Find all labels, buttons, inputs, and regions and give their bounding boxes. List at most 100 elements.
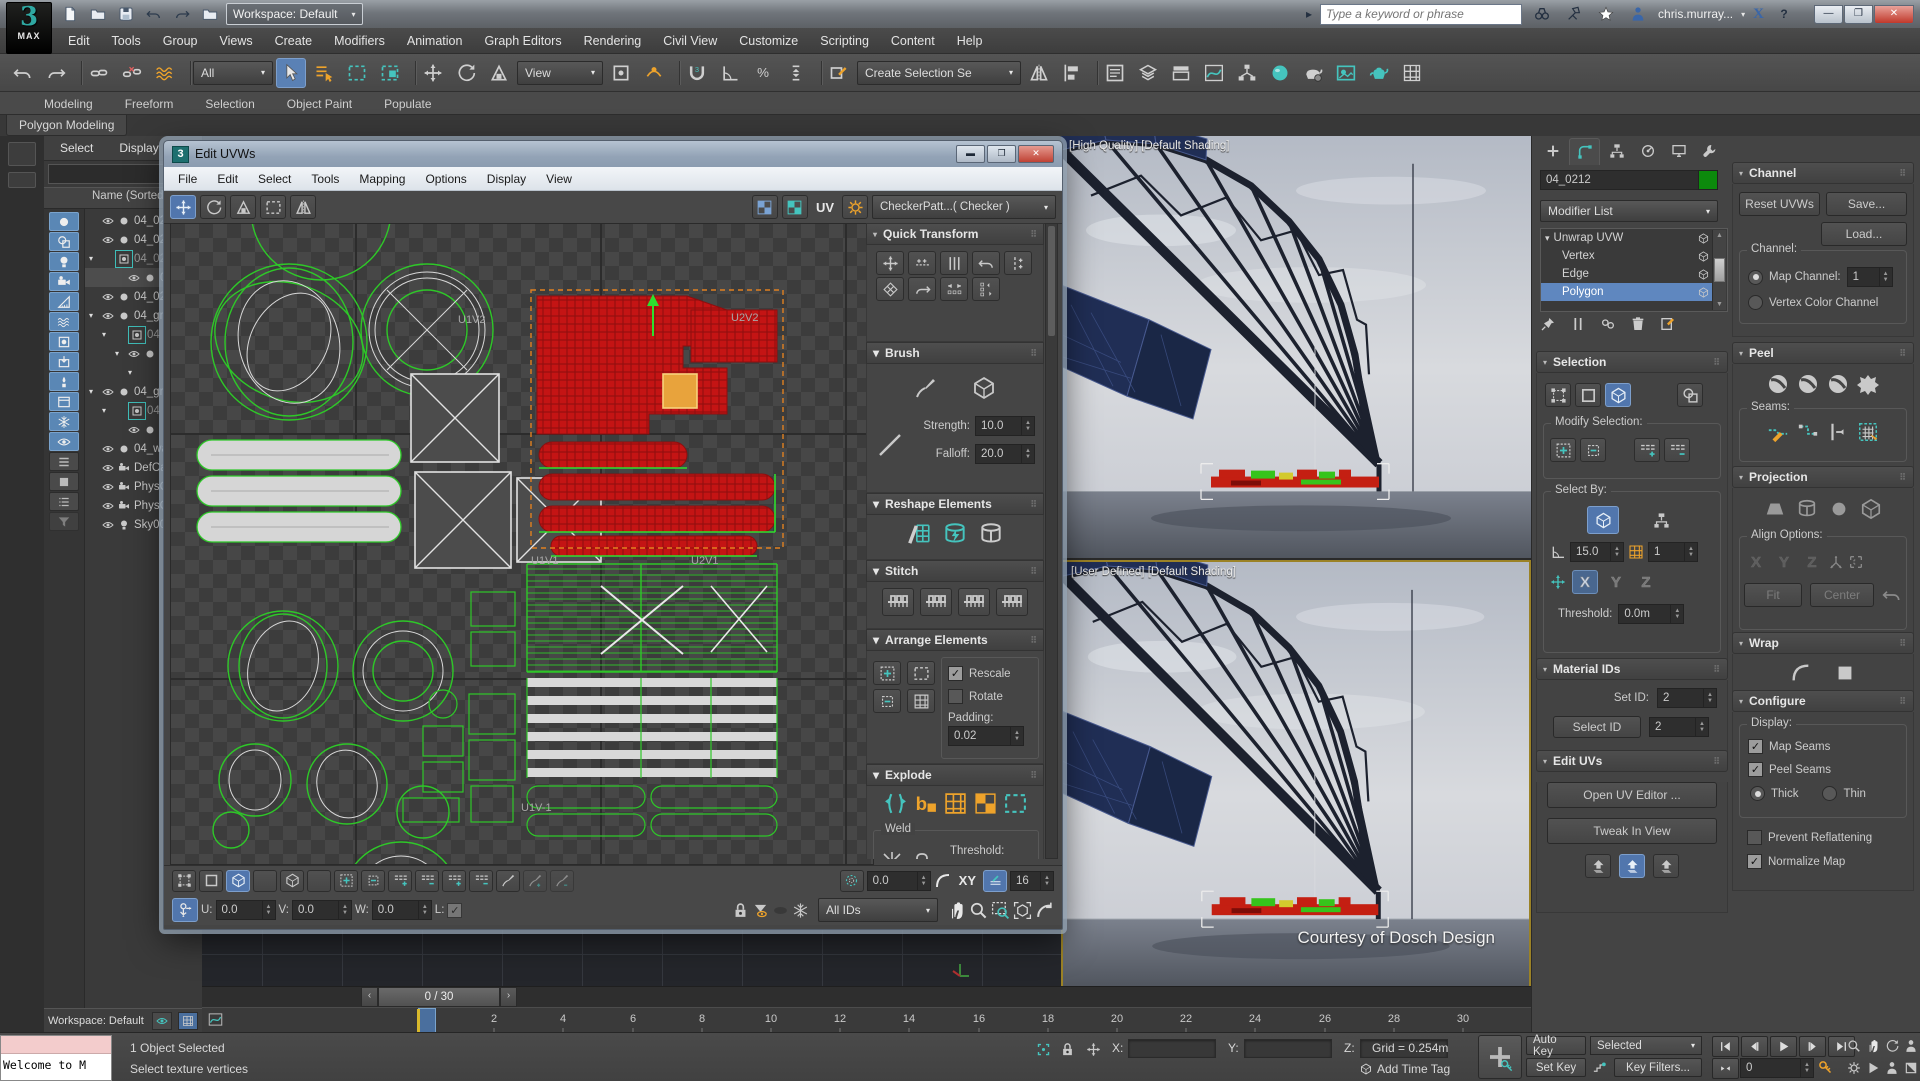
key-mode-dropdown[interactable]: Selected ▾ (1590, 1036, 1702, 1055)
absolute-mode-icon[interactable] (1082, 1040, 1104, 1059)
qt-move-icon[interactable] (876, 251, 904, 275)
open-uv-editor-button[interactable]: Open UV Editor ... (1547, 782, 1717, 808)
qt-rotate-cw-icon[interactable] (908, 277, 936, 301)
quick-planar-icon[interactable] (1653, 854, 1679, 878)
viewport-tab2-icon[interactable] (8, 172, 36, 188)
filter-helpers-icon[interactable] (49, 292, 79, 311)
align-x-button[interactable]: X (1744, 551, 1768, 573)
menu-item[interactable]: Civil View (653, 30, 727, 52)
paint-soft-selection-icon[interactable] (983, 869, 1007, 892)
ribbon-tab[interactable]: Selection (191, 94, 268, 114)
v-spinner[interactable]: 0.0 ▲ ▼ (291, 900, 352, 920)
time-key-icon[interactable] (1814, 1058, 1836, 1077)
filter-spacewarps-icon[interactable] (49, 312, 79, 331)
thick-radio[interactable] (1750, 786, 1765, 801)
lock-aspect-checkbox[interactable] (447, 902, 463, 918)
select-move-icon[interactable] (418, 58, 448, 88)
auto-key-button[interactable]: Auto Key (1526, 1034, 1586, 1058)
previous-key-button[interactable]: ‹ (361, 987, 378, 1007)
reset-projection-icon[interactable] (1882, 585, 1902, 605)
undo-icon[interactable] (8, 58, 38, 88)
next-frame-icon[interactable] (1799, 1036, 1826, 1057)
uv-paint-select-icon[interactable] (496, 869, 520, 892)
mirror-icon[interactable] (1024, 58, 1054, 88)
app-logo[interactable]: 3 MAX (6, 2, 52, 54)
sel-by-element-icon[interactable] (1677, 383, 1703, 407)
align-y-button[interactable]: Y (1772, 551, 1796, 573)
set-keys-big-button[interactable] (1478, 1035, 1522, 1079)
set-key-button[interactable]: Set Key (1526, 1058, 1586, 1077)
minimize-button[interactable]: — (1814, 4, 1843, 24)
uv-paint-sub-icon[interactable] (550, 869, 574, 892)
visibility-eye-icon[interactable] (127, 423, 140, 436)
surface-wrap-icon[interactable] (1834, 662, 1856, 684)
cylindrical-map-icon[interactable] (1796, 498, 1818, 520)
visibility-eye-icon[interactable] (101, 309, 114, 322)
redo-icon[interactable] (41, 58, 71, 88)
vertex-color-radio[interactable] (1748, 295, 1763, 310)
select-by-smoothing-icon[interactable] (1587, 506, 1619, 534)
menu-item[interactable]: Views (209, 30, 262, 52)
listener-output-row[interactable]: Welcome to M (1, 1054, 111, 1080)
track-bar-frame-marker[interactable] (417, 1008, 436, 1033)
flatten-by-smoothing-icon[interactable] (883, 791, 908, 816)
quick-planar-preview-icon[interactable] (1619, 854, 1645, 878)
open-file-icon[interactable] (86, 3, 110, 25)
nav-walkthrough-icon[interactable] (1902, 1035, 1920, 1056)
spherical-map-icon[interactable] (1828, 498, 1850, 520)
view-blank-icon[interactable] (49, 472, 79, 491)
sel-vertex-icon[interactable] (1545, 383, 1571, 407)
side-panel-scrollbar[interactable] (1045, 223, 1058, 859)
uv-lock-selection-icon[interactable] (732, 902, 749, 919)
select-scale-icon[interactable] (484, 58, 514, 88)
uv-zoom-region-icon[interactable] (991, 901, 1010, 920)
filter-shapes-icon[interactable] (49, 392, 79, 411)
sel-edge-icon[interactable] (1575, 383, 1601, 407)
toggle-ribbon-icon[interactable] (1166, 58, 1196, 88)
uv-ring-grow-icon[interactable] (442, 869, 466, 892)
nav-zoom-icon[interactable] (1845, 1035, 1863, 1056)
y-coordinate-field[interactable] (1244, 1039, 1332, 1058)
thin-radio[interactable] (1822, 786, 1838, 801)
menu-item[interactable]: Graph Editors (474, 30, 571, 52)
modifier-list-dropdown[interactable]: Modifier List ▾ (1540, 200, 1718, 222)
undo-qat-icon[interactable] (142, 3, 166, 25)
shrink-selection-icon[interactable] (1580, 438, 1606, 462)
uv-grow-selection-icon[interactable] (334, 869, 358, 892)
uv-zoom-icon[interactable] (969, 901, 988, 920)
modifier-stack-item[interactable]: ▾ Unwrap UVW (1541, 229, 1713, 247)
unlink-icon[interactable] (117, 58, 147, 88)
qt-align-vertical-icon[interactable] (940, 251, 968, 275)
search-expand-icon[interactable]: ▸ (1306, 7, 1312, 21)
peel-seams-checkbox[interactable] (1748, 762, 1763, 777)
weld-selected-icon[interactable] (880, 850, 904, 859)
set-id-spinner[interactable]: 2 ▲ ▼ (1657, 688, 1717, 708)
help-icon[interactable]: ? (1772, 3, 1796, 25)
viewport-top[interactable]: [High Quality] [Default Shading] (1061, 136, 1531, 558)
utilities-tab-icon[interactable] (1695, 138, 1724, 164)
filter-particles-icon[interactable] (49, 372, 79, 391)
dialog-menu-item[interactable]: Options (415, 169, 476, 189)
select-ring-icon[interactable] (1664, 438, 1690, 462)
ribbon-tab[interactable]: Populate (370, 94, 445, 114)
select-seams-icon[interactable] (1857, 421, 1879, 443)
stitch-custom-icon[interactable] (882, 588, 914, 616)
project-folder-icon[interactable] (198, 3, 222, 25)
make-unique-icon[interactable] (1600, 316, 1616, 332)
stack-eye-icon[interactable]: ▾ (1545, 233, 1550, 244)
percent-snap-icon[interactable] (748, 58, 778, 88)
dialog-close-button[interactable]: ✕ (1018, 145, 1054, 163)
favorites-icon[interactable] (1594, 3, 1618, 25)
soft-selection-spinner[interactable]: 0.0 ▲ ▼ (866, 870, 931, 891)
brush-falloff-spinner[interactable]: 20.0 ▲ ▼ (975, 444, 1035, 464)
dialog-titlebar[interactable]: 3 Edit UVWs ▬ ❐ ✕ (164, 141, 1062, 167)
uv-zoom-extents-icon[interactable] (1013, 901, 1032, 920)
dialog-menu-item[interactable]: Edit (207, 169, 248, 189)
uv-scale-icon[interactable] (230, 195, 256, 219)
axis-y-button[interactable]: Y (1604, 571, 1628, 593)
select-rotate-icon[interactable] (451, 58, 481, 88)
filter-frozen-icon[interactable] (49, 412, 79, 431)
visibility-eye-icon[interactable] (101, 480, 114, 493)
maximize-viewport-toggle-icon[interactable] (1902, 1057, 1920, 1078)
explorer-menu-display[interactable]: Display (119, 141, 158, 155)
